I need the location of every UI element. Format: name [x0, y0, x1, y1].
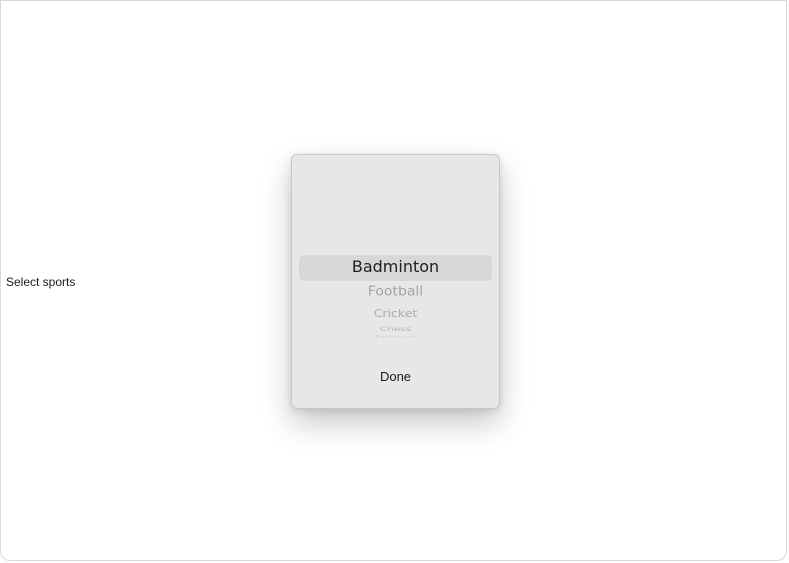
app-window: Select sports Badminton Football Cricket… — [0, 0, 787, 561]
sports-picker-popover: Badminton Football Cricket Chess Basketb… — [291, 154, 500, 409]
select-sports-label[interactable]: Select sports — [6, 275, 75, 289]
picker-option-selected[interactable]: Badminton — [292, 257, 499, 276]
sports-picker-wheel[interactable]: Badminton Football Cricket Chess Basketb… — [292, 155, 499, 355]
picker-option[interactable]: Chess — [292, 325, 499, 332]
picker-option[interactable]: Football — [292, 285, 499, 300]
picker-option[interactable]: Cricket — [292, 307, 499, 319]
done-button[interactable]: Done — [292, 367, 499, 387]
picker-option[interactable]: Basketball — [292, 336, 499, 339]
